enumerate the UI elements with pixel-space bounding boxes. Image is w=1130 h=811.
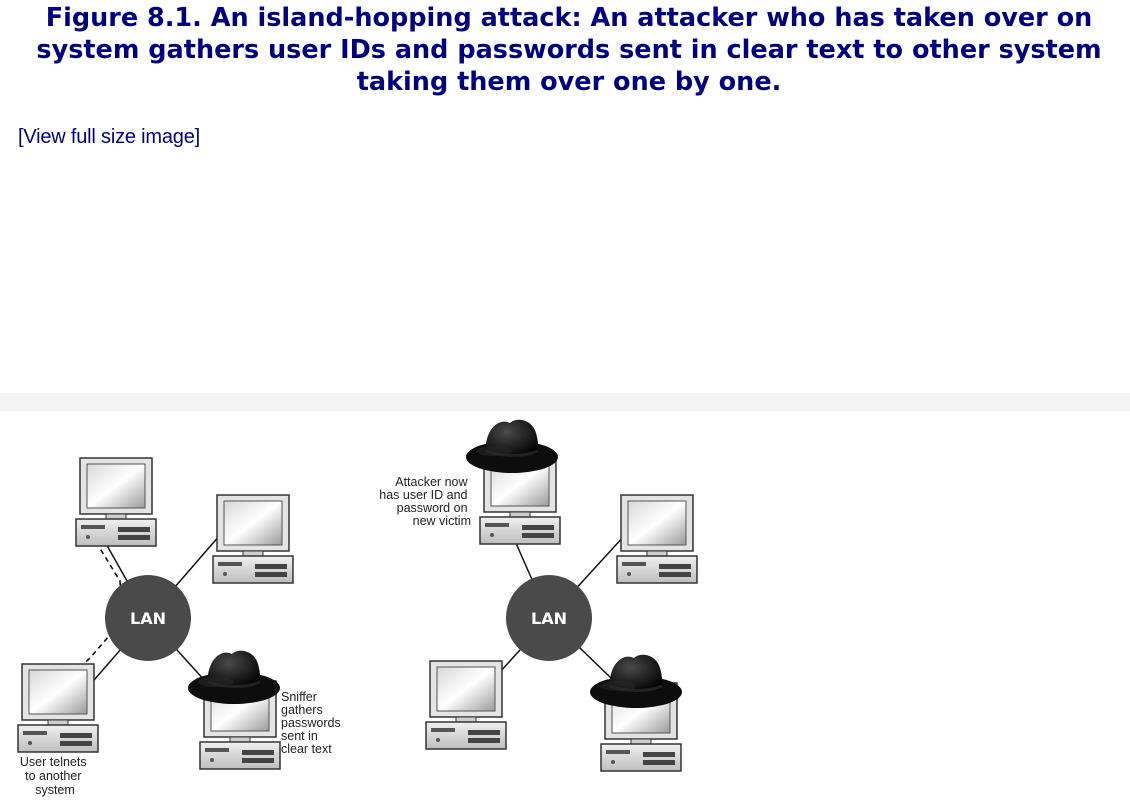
black-hat-icon <box>588 653 684 710</box>
lan-hub-label: LAN <box>531 609 567 628</box>
black-hat-icon <box>186 649 282 706</box>
computer-icon <box>425 660 507 750</box>
computer-icon <box>75 457 157 547</box>
caption-line-2: system gathers user IDs and passwords se… <box>36 35 1102 65</box>
island-hopping-figure: LAN Sniffer gathers passwords sent in cl… <box>17 418 698 797</box>
user-telnet-note: User telnets to another system <box>20 755 90 797</box>
sniffer-note: Sniffer gathers passwords sent in clear … <box>281 690 344 756</box>
black-hat-icon <box>464 418 560 475</box>
attacker-note: Attacker now has user ID and password on… <box>379 475 471 528</box>
right-panel: LAN Attacker now has user ID and passwor… <box>379 418 698 772</box>
caption-line-1: Figure 8.1. An island-hopping attack: An… <box>45 3 1093 33</box>
view-full-size-link[interactable]: [View full size image] <box>18 126 200 149</box>
caption-line-3: taking them over one by one. <box>356 67 782 97</box>
computer-icon <box>212 494 294 584</box>
computer-icon <box>616 494 698 584</box>
left-panel: LAN Sniffer gathers passwords sent in cl… <box>17 457 344 797</box>
figure-top-band <box>0 393 1130 411</box>
lan-hub-label: LAN <box>130 609 166 628</box>
computer-icon <box>17 663 99 753</box>
figure-caption: Figure 8.1. An island-hopping attack: An… <box>0 2 1130 98</box>
